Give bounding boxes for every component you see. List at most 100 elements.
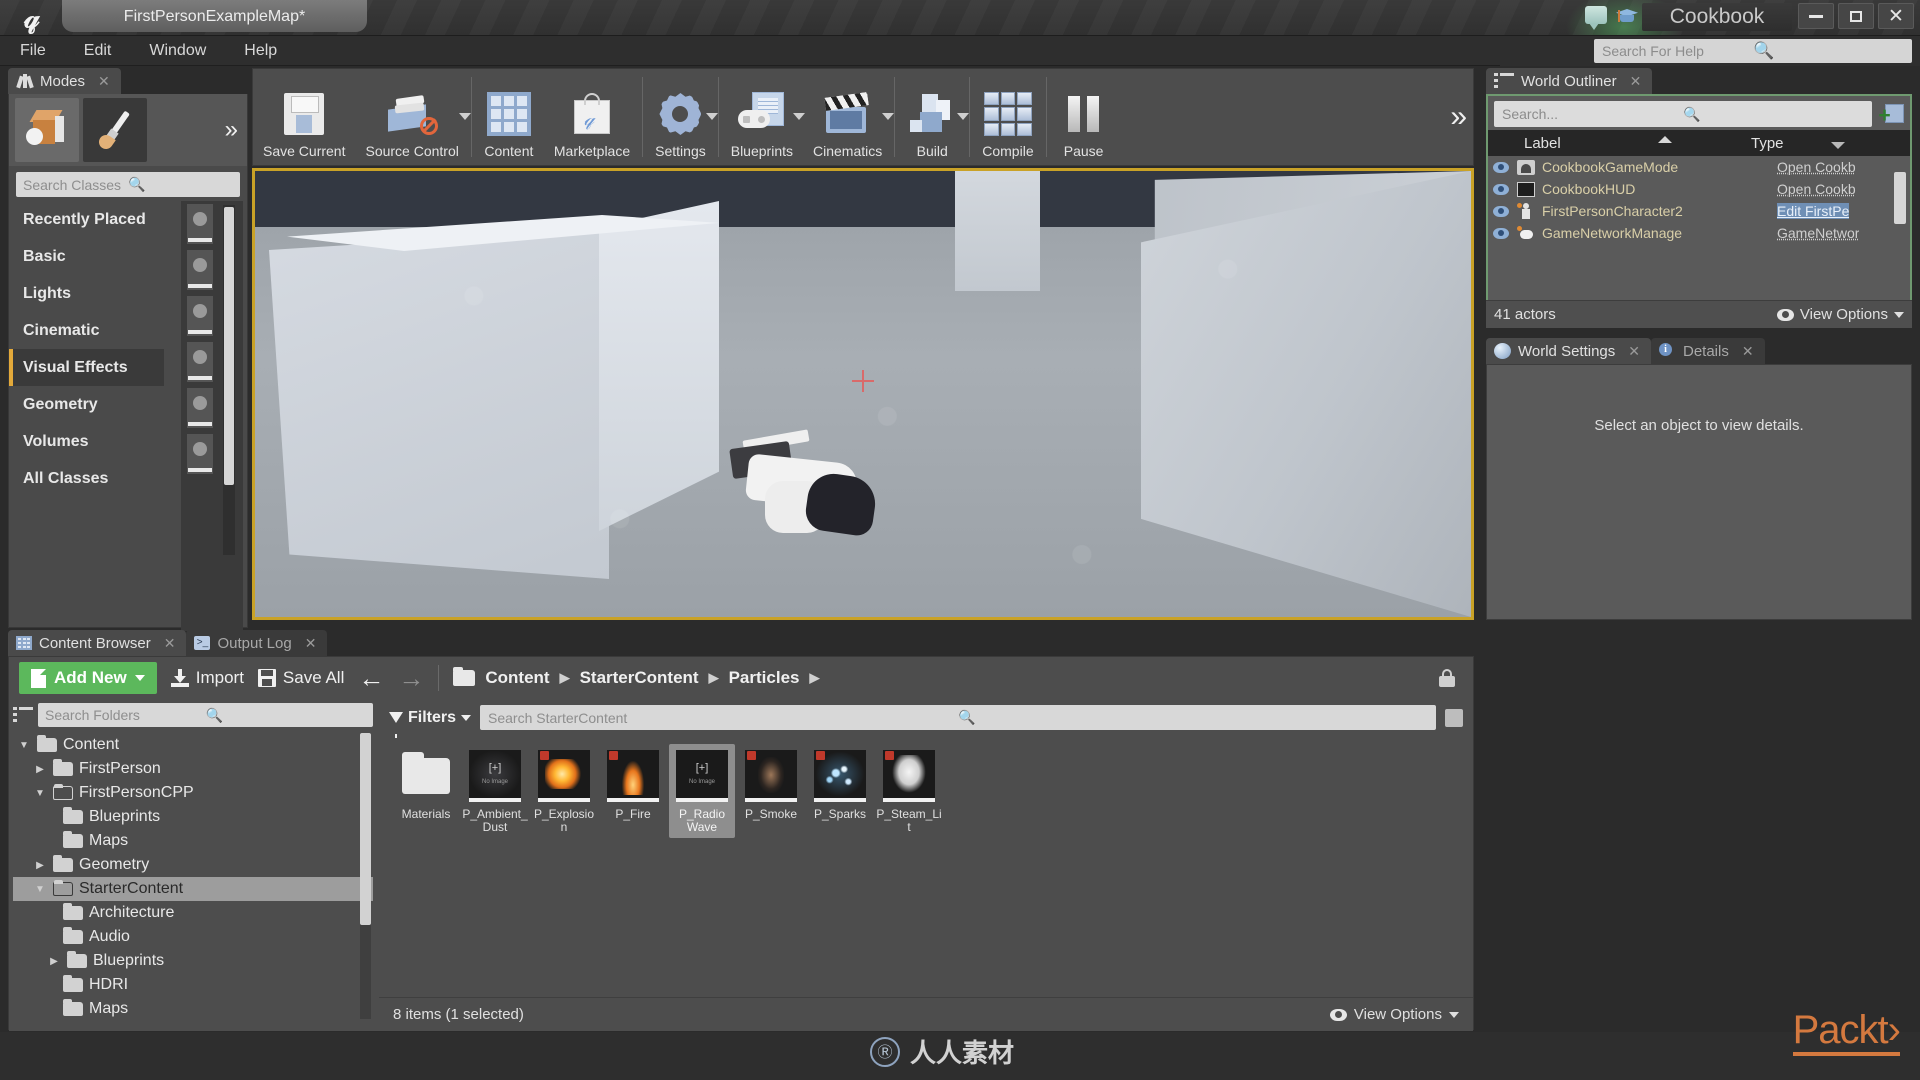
- asset-tile-fire[interactable]: P_Fire: [600, 744, 666, 838]
- save-current-button[interactable]: Save Current: [253, 69, 355, 165]
- tab-output-log[interactable]: >_ Output Log ✕: [186, 630, 328, 656]
- tree-item-audio[interactable]: Audio: [13, 925, 373, 949]
- level-viewport[interactable]: [252, 168, 1474, 620]
- cinematics-button[interactable]: Cinematics: [803, 69, 895, 165]
- build-button[interactable]: Build: [897, 69, 970, 165]
- asset-thumbnail[interactable]: [187, 296, 213, 336]
- tree-item-maps[interactable]: Maps: [13, 829, 373, 853]
- tree-item-maps-sc[interactable]: Maps: [13, 997, 373, 1021]
- table-row[interactable]: CookbookHUD Open Cookb: [1488, 178, 1910, 200]
- menu-file[interactable]: File: [14, 40, 52, 62]
- sidebar-item-volumes[interactable]: Volumes: [9, 423, 164, 460]
- sidebar-item-cinematic[interactable]: Cinematic: [9, 312, 164, 349]
- asset-tile-sparks[interactable]: P_Sparks: [807, 744, 873, 838]
- disclosure-closed-icon[interactable]: ▶: [33, 860, 47, 871]
- close-icon[interactable]: ✕: [1630, 73, 1642, 90]
- disclosure-closed-icon[interactable]: ▶: [33, 764, 47, 775]
- marketplace-button[interactable]: 𝓆 Marketplace: [544, 69, 640, 165]
- nav-back-icon[interactable]: ←: [358, 665, 384, 691]
- chevron-down-icon[interactable]: [705, 113, 718, 120]
- tree-item-architecture[interactable]: Architecture: [13, 901, 373, 925]
- asset-view-mode-icon[interactable]: [1445, 708, 1463, 727]
- disclosure-open-icon[interactable]: ▼: [33, 788, 47, 799]
- actor-type[interactable]: Open Cookb: [1777, 159, 1856, 175]
- pause-button[interactable]: Pause: [1049, 69, 1119, 165]
- sidebar-item-all-classes[interactable]: All Classes: [9, 460, 164, 497]
- visibility-eye-icon[interactable]: [1488, 205, 1514, 217]
- content-button[interactable]: Content: [474, 69, 544, 165]
- visibility-eye-icon[interactable]: [1488, 227, 1514, 239]
- nav-forward-icon[interactable]: →: [398, 665, 424, 691]
- asset-tile-steam-lit[interactable]: P_Steam_Lit: [876, 744, 942, 838]
- close-button[interactable]: ✕: [1878, 3, 1914, 29]
- paint-mode-icon[interactable]: [83, 98, 147, 162]
- map-tab[interactable]: FirstPersonExampleMap*: [62, 0, 367, 32]
- menu-edit[interactable]: Edit: [78, 40, 118, 62]
- asset-thumbnail[interactable]: [187, 434, 213, 474]
- unreal-engine-logo-icon[interactable]: 𝓆: [10, 1, 52, 34]
- disclosure-open-icon[interactable]: ▼: [33, 884, 47, 895]
- content-view-options-button[interactable]: View Options: [1329, 1006, 1459, 1023]
- tree-item-content[interactable]: ▼ Content: [13, 733, 373, 757]
- tree-item-blueprints[interactable]: Blueprints: [13, 805, 373, 829]
- chevron-down-icon[interactable]: [458, 113, 471, 120]
- maximize-button[interactable]: [1838, 3, 1874, 29]
- help-search-input[interactable]: Search For Help 🔍: [1594, 39, 1912, 63]
- filters-button[interactable]: Filters: [389, 709, 472, 738]
- tree-item-hdri[interactable]: HDRI: [13, 973, 373, 997]
- column-label[interactable]: Label: [1488, 135, 1743, 152]
- asset-thumbnail[interactable]: [187, 204, 213, 244]
- tab-world-settings[interactable]: World Settings ✕: [1486, 338, 1651, 364]
- minimize-button[interactable]: [1798, 3, 1834, 29]
- settings-button[interactable]: Settings: [645, 69, 718, 165]
- close-icon[interactable]: ✕: [1742, 343, 1754, 360]
- asset-thumbnail[interactable]: [187, 388, 213, 428]
- sidebar-item-recently-placed[interactable]: Recently Placed: [9, 201, 164, 238]
- outliner-search-input[interactable]: Search... 🔍: [1494, 101, 1872, 127]
- lock-icon[interactable]: [1439, 669, 1455, 687]
- column-type[interactable]: Type: [1743, 135, 1784, 152]
- asset-tile-explosion[interactable]: P_Explosion: [531, 744, 597, 838]
- close-icon[interactable]: ✕: [98, 73, 110, 90]
- folder-search-input[interactable]: Search Folders 🔍: [38, 703, 373, 727]
- breadcrumb-content[interactable]: Content: [485, 668, 549, 688]
- table-row[interactable]: CookbookGameMode Open Cookb: [1488, 156, 1910, 178]
- toolbar-overflow-chevron-icon[interactable]: »: [1450, 69, 1473, 165]
- asset-tile-smoke[interactable]: P_Smoke: [738, 744, 804, 838]
- asset-tile-materials[interactable]: Materials: [393, 744, 459, 838]
- add-actor-icon[interactable]: +: [1878, 102, 1904, 126]
- chevron-down-icon[interactable]: [882, 113, 895, 120]
- outliner-scrollbar[interactable]: [1894, 172, 1906, 224]
- disclosure-open-icon[interactable]: ▼: [17, 740, 31, 751]
- feedback-speech-icon[interactable]: [1585, 6, 1607, 30]
- source-control-button[interactable]: Source Control: [355, 69, 471, 165]
- disclosure-closed-icon[interactable]: ▶: [47, 956, 61, 967]
- table-row[interactable]: GameNetworkManage GameNetwor: [1488, 222, 1910, 244]
- actor-type[interactable]: Open Cookb: [1777, 181, 1856, 197]
- folder-tree-scrollbar[interactable]: [360, 733, 371, 925]
- menu-window[interactable]: Window: [143, 40, 212, 62]
- asset-thumbnail[interactable]: [187, 342, 213, 382]
- modes-scrollbar[interactable]: [223, 205, 235, 555]
- close-icon[interactable]: ✕: [164, 635, 176, 652]
- place-mode-icon[interactable]: [15, 98, 79, 162]
- breadcrumb-particles[interactable]: Particles: [729, 668, 800, 688]
- tutorials-graduation-icon[interactable]: [1616, 6, 1638, 24]
- actor-type[interactable]: Edit FirstPe: [1777, 203, 1850, 219]
- sidebar-item-visual-effects[interactable]: Visual Effects: [9, 349, 164, 386]
- modes-more-chevron-icon[interactable]: »: [225, 116, 241, 144]
- sidebar-item-geometry[interactable]: Geometry: [9, 386, 164, 423]
- asset-tile-ambient-dust[interactable]: [+] No Image P_Ambient_Dust: [462, 744, 528, 838]
- tree-item-firstpersoncpp[interactable]: ▼ FirstPersonCPP: [13, 781, 373, 805]
- compile-button[interactable]: Compile: [972, 69, 1043, 165]
- tab-details[interactable]: i Details ✕: [1651, 338, 1765, 364]
- actor-type[interactable]: GameNetwor: [1777, 225, 1859, 241]
- breadcrumb-startercontent[interactable]: StarterContent: [580, 668, 699, 688]
- tree-item-startercontent[interactable]: ▼ StarterContent: [13, 877, 373, 901]
- sidebar-item-basic[interactable]: Basic: [9, 238, 164, 275]
- close-icon[interactable]: ✕: [1628, 343, 1640, 360]
- import-button[interactable]: Import: [170, 668, 244, 688]
- chevron-down-icon[interactable]: [957, 113, 970, 120]
- search-classes-input[interactable]: Search Classes 🔍: [16, 172, 240, 197]
- tree-item-firstperson[interactable]: ▶ FirstPerson: [13, 757, 373, 781]
